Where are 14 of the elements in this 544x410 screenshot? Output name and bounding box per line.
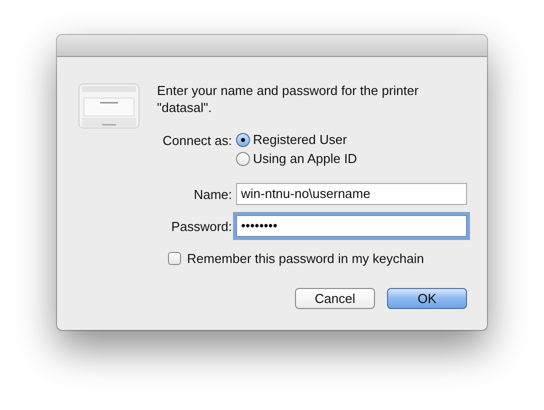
input-field[interactable]: •••••••• — [236, 215, 467, 237]
button[interactable]: Cancel — [295, 288, 375, 309]
prompt-message: Enter your name and password for the printer "datasal". — [157, 82, 420, 116]
radio-button[interactable] — [236, 132, 250, 146]
radio-label: Registered User — [253, 132, 347, 147]
checkbox-label: Remember this password in my keychain — [187, 251, 424, 266]
field-label: Name: — [192, 186, 232, 202]
field-label: Password: — [170, 218, 232, 234]
radio-label: Using an Apple ID — [253, 151, 358, 166]
checkbox[interactable] — [168, 252, 181, 265]
input-field[interactable]: win-ntnu-no\username — [236, 183, 467, 205]
connect-as-label: Connect as: — [162, 132, 232, 148]
default-button[interactable]: OK — [387, 288, 467, 309]
radio-button[interactable] — [236, 152, 250, 166]
